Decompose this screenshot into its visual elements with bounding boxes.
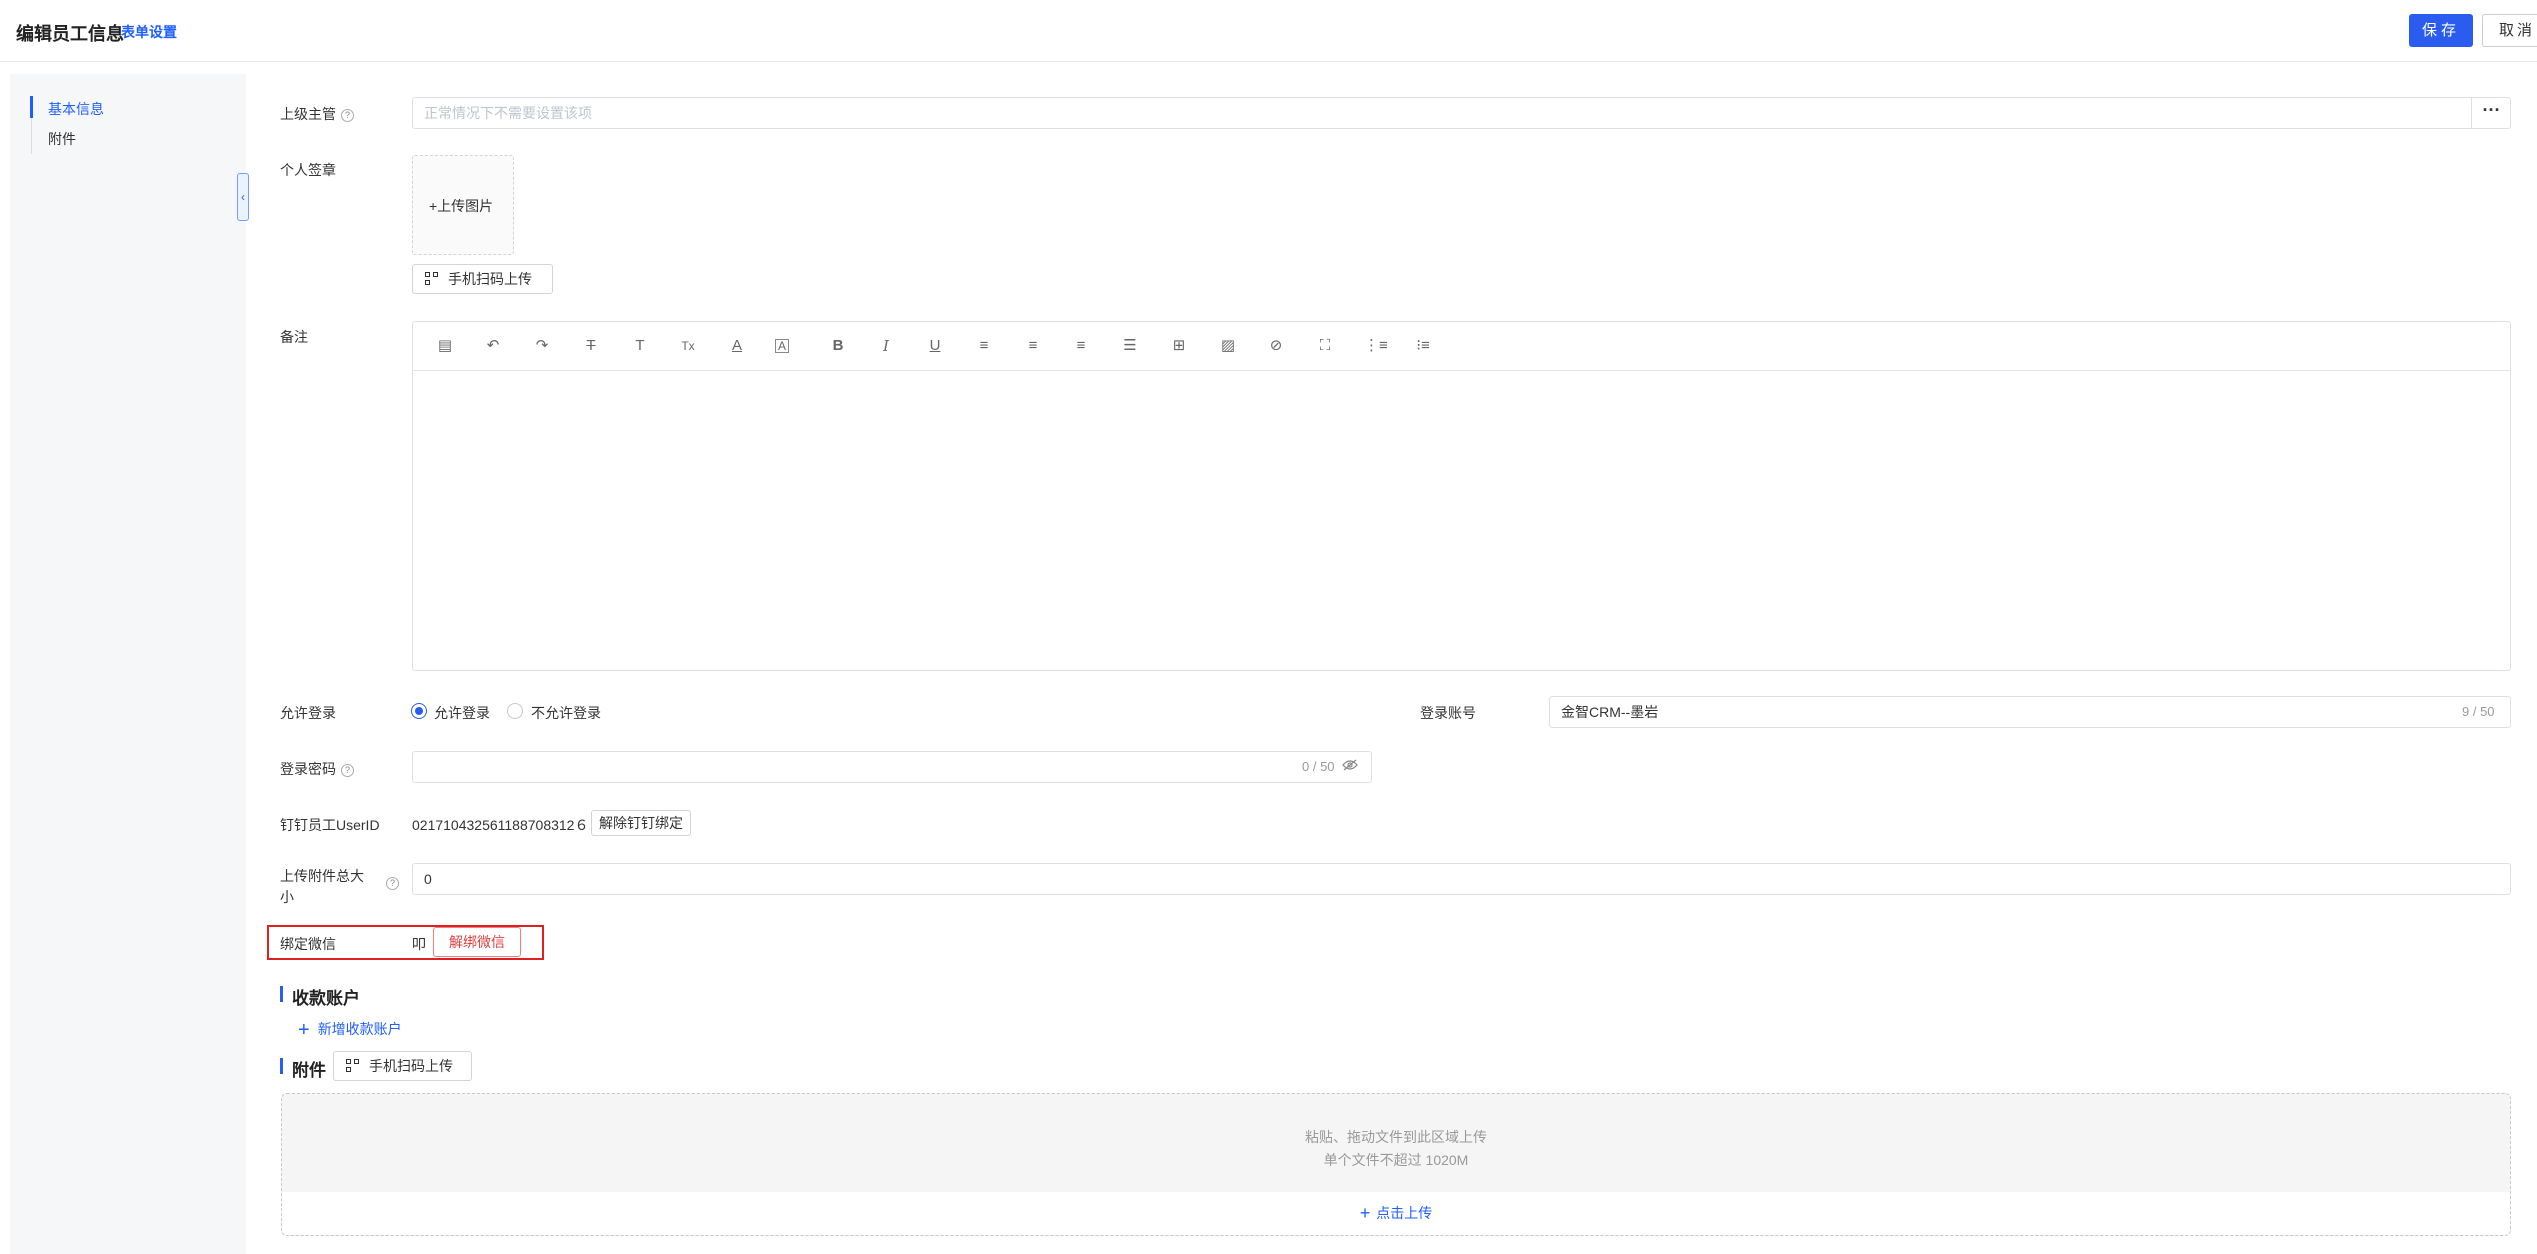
qrcode-icon (346, 1059, 359, 1072)
undo-icon[interactable]: ↶ (483, 336, 503, 356)
file-drop-zone[interactable]: 粘贴、拖动文件到此区域上传 单个文件不超过 1020M + 点击上传 (281, 1093, 2511, 1236)
signature-label: 个人签章 (280, 162, 336, 178)
dingtalk-userid-value: 021710432561188708312６ (412, 817, 589, 833)
more-options-button[interactable]: ··· (2471, 98, 2511, 128)
cancel-button[interactable]: 取消 (2482, 14, 2537, 47)
supervisor-placeholder: 正常情况下不需要设置该项 (424, 105, 592, 121)
nav-active-indicator (30, 96, 33, 118)
allow-login-label: 允许登录 (280, 705, 336, 721)
remark-label: 备注 (280, 329, 308, 345)
table-format-icon[interactable]: ▤ (435, 336, 455, 356)
top-bar: 编辑员工信息 表单设置 保存 取消 (0, 0, 2537, 62)
bullet-list-icon[interactable]: ⁝≡ (1413, 336, 1433, 356)
login-password-input[interactable] (412, 751, 1372, 783)
align-center-icon[interactable]: ≡ (1023, 336, 1043, 356)
collapse-sidebar-handle[interactable]: ‹ (237, 173, 249, 221)
nav-divider (31, 118, 32, 154)
click-upload-button[interactable]: + 点击上传 (282, 1192, 2510, 1235)
supervisor-label: 上级主管? (280, 104, 354, 124)
attachment-size-value: 0 (424, 871, 432, 887)
font-color-icon[interactable]: A (727, 336, 747, 356)
italic-icon[interactable]: I (876, 336, 896, 356)
help-icon[interactable]: ? (341, 109, 354, 122)
login-password-label: 登录密码? (280, 759, 354, 779)
align-right-icon[interactable]: ≡ (1071, 336, 1091, 356)
rich-text-editor[interactable]: ▤ ↶ ↷ T T Tx A A B I U ≡ ≡ ≡ ☰ ⊞ ▨ ⊘ ⛶ ⋮… (412, 321, 2511, 671)
plus-icon: + (1359, 1203, 1371, 1223)
save-button[interactable]: 保存 (2409, 14, 2473, 47)
bold-icon[interactable]: B (828, 336, 848, 356)
drop-hint: 粘贴、拖动文件到此区域上传 (1305, 1129, 1487, 1145)
section-title-accounts: 收款账户 (280, 984, 360, 1009)
attachment-size-label: 上传附件总大小 (280, 868, 364, 905)
login-password-counter: 0 / 50 (1302, 759, 1335, 774)
chevron-left-icon: ‹ (241, 190, 245, 204)
unbind-dingtalk-button[interactable]: 解除钉钉绑定 (591, 810, 691, 836)
radio-allow-login[interactable] (411, 703, 427, 719)
bind-wechat-label: 绑定微信 (280, 936, 336, 952)
section-title-attachments: 附件 (280, 1056, 326, 1081)
attachments-scan-upload-button[interactable]: 手机扫码上传 (333, 1051, 472, 1081)
insert-image-icon[interactable]: ▨ (1218, 336, 1238, 356)
wechat-value: 叩 (412, 936, 426, 952)
help-icon[interactable]: ? (341, 764, 354, 777)
left-anchor-nav (10, 74, 246, 1254)
nav-item-attachments[interactable]: 附件 (48, 129, 76, 149)
redo-icon[interactable]: ↷ (532, 336, 552, 356)
radio-deny-login-label: 不允许登录 (531, 705, 601, 721)
upload-image-label: +上传图片 (429, 198, 494, 214)
supervisor-input[interactable]: 正常情况下不需要设置该项 (412, 97, 2511, 129)
login-account-counter: 9 / 50 (2462, 704, 2495, 719)
editor-toolbar: ▤ ↶ ↷ T T Tx A A B I U ≡ ≡ ≡ ☰ ⊞ ▨ ⊘ ⛶ ⋮… (413, 322, 2510, 371)
fullscreen-icon[interactable]: ⛶ (1315, 336, 1335, 356)
login-account-label: 登录账号 (1420, 705, 1476, 721)
form-settings-link[interactable]: 表单设置 (121, 22, 177, 42)
attachment-size-input[interactable]: 0 (412, 863, 2511, 895)
eye-off-icon[interactable] (1342, 759, 1358, 771)
underline-icon[interactable]: U (925, 336, 945, 356)
plus-icon: + (298, 1019, 310, 1041)
insert-table-icon[interactable]: ⊞ (1169, 336, 1189, 356)
attachment-icon[interactable]: ⊘ (1266, 336, 1286, 356)
background-color-icon[interactable]: A (775, 339, 789, 353)
qrcode-icon (425, 272, 438, 285)
login-account-input[interactable]: 金智CRM--墨岩 (1549, 696, 2511, 728)
login-account-value: 金智CRM--墨岩 (1561, 704, 1659, 720)
clear-format-icon[interactable]: Tx (678, 336, 698, 356)
unbind-wechat-button[interactable]: 解绑微信 (433, 927, 521, 957)
add-account-link[interactable]: + 新增收款账户 (298, 1019, 402, 1042)
upload-image-box[interactable]: +上传图片 (412, 155, 514, 255)
page-title: 编辑员工信息 (16, 24, 124, 44)
strikethrough-icon[interactable]: T (581, 336, 601, 356)
font-size-icon[interactable]: T (630, 336, 650, 356)
align-justify-icon[interactable]: ☰ (1120, 336, 1140, 356)
help-icon[interactable]: ? (386, 877, 399, 890)
file-size-hint: 单个文件不超过 1020M (1323, 1152, 1469, 1168)
radio-allow-login-label: 允许登录 (434, 705, 490, 721)
ordered-list-icon[interactable]: ⋮≡ (1364, 336, 1388, 356)
scan-upload-button[interactable]: 手机扫码上传 (412, 264, 553, 294)
align-left-icon[interactable]: ≡ (974, 336, 994, 356)
nav-item-basic-info[interactable]: 基本信息 (48, 99, 104, 119)
radio-deny-login[interactable] (507, 703, 523, 719)
dingtalk-userid-label: 钉钉员工UserID (280, 817, 380, 833)
